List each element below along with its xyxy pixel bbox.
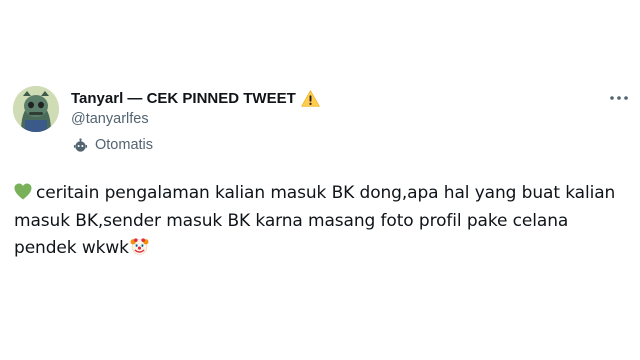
warning-icon [300, 89, 320, 107]
automated-label: Otomatis [95, 137, 154, 153]
tweet-header: Tanyarl — CEK PINNED TWEET @tanyarlfes [71, 88, 600, 129]
green-heart-icon [14, 183, 32, 200]
avatar-image [13, 86, 59, 132]
automated-label-row[interactable]: Otomatis [73, 137, 153, 153]
tweet-card: Tanyarl — CEK PINNED TWEET @tanyarlfes O… [0, 0, 640, 360]
clown-face-icon [130, 238, 149, 255]
bot-icon [73, 137, 88, 152]
tweet-text: ceritain pengalaman kalian masuk BK dong… [14, 180, 624, 263]
author-name[interactable]: Tanyarl — CEK PINNED TWEET [71, 90, 296, 107]
tweet-text-content: ceritain pengalaman kalian masuk BK dong… [14, 183, 616, 258]
avatar[interactable] [13, 86, 59, 132]
author-name-row[interactable]: Tanyarl — CEK PINNED TWEET [71, 88, 600, 108]
author-handle[interactable]: @tanyarlfes [71, 111, 600, 129]
more-icon[interactable] [608, 92, 630, 104]
